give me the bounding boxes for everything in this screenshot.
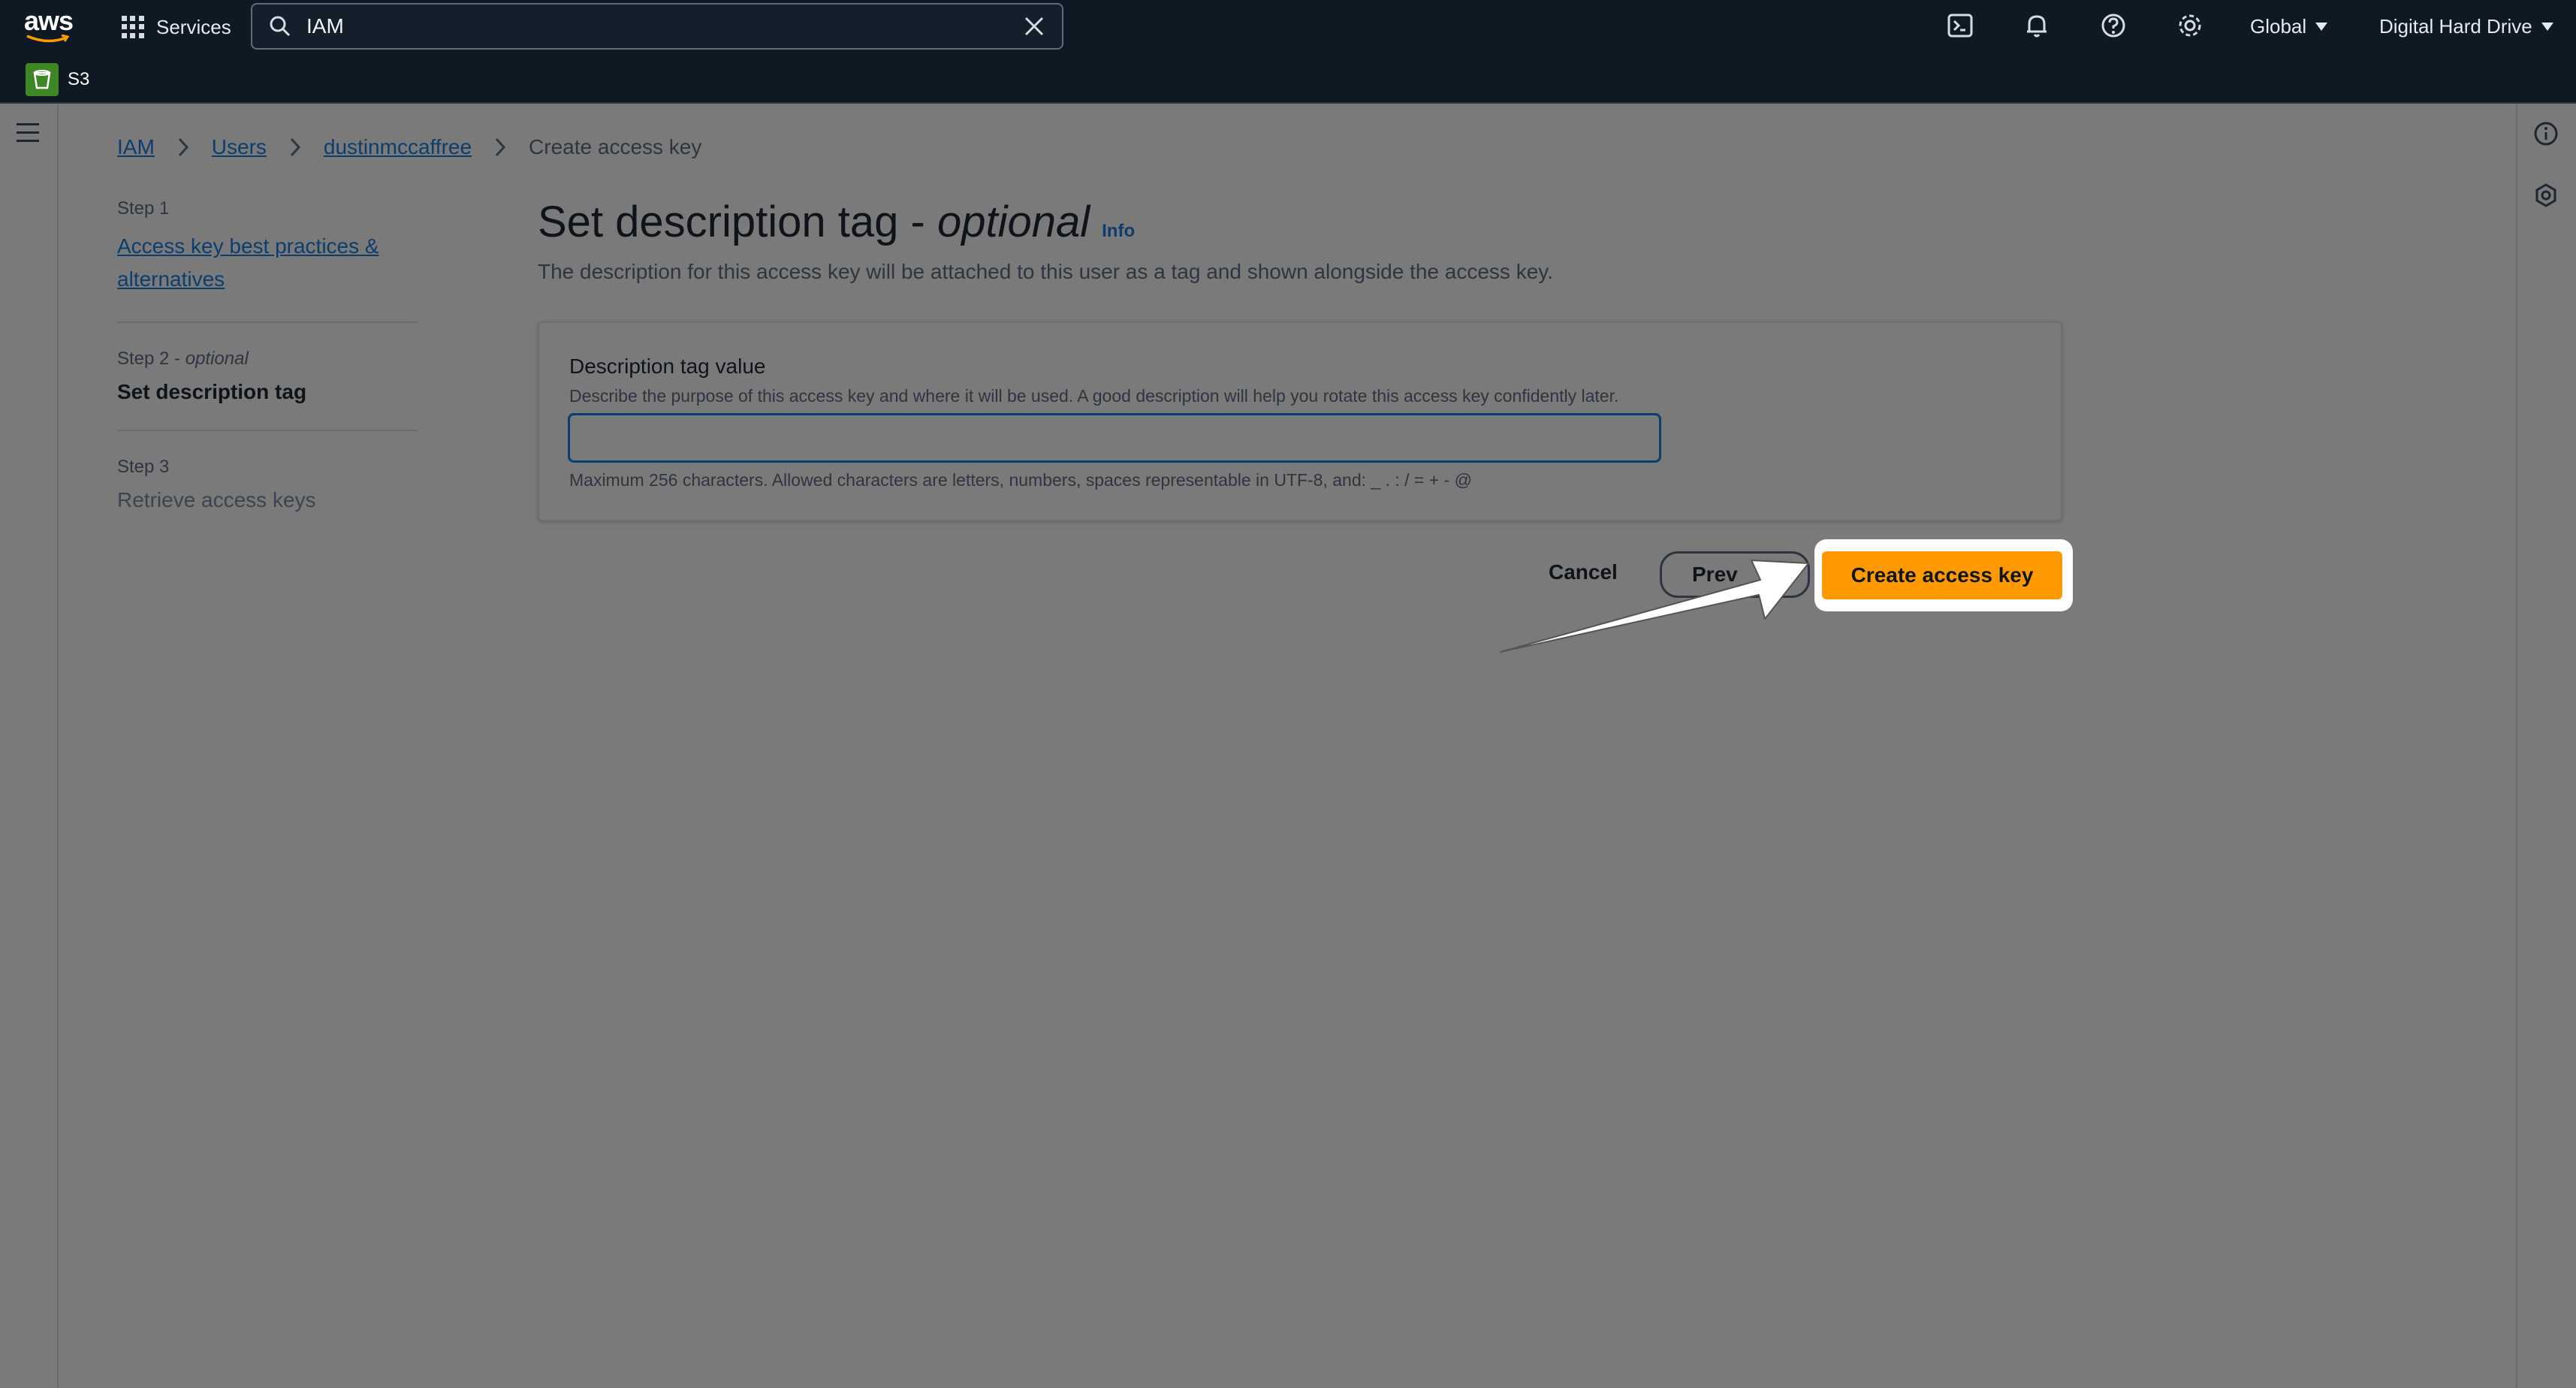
cloudshell-icon[interactable]	[1945, 11, 1975, 41]
s3-icon	[26, 63, 59, 96]
caret-down-icon	[2315, 23, 2328, 31]
step-number: Step 1	[117, 198, 170, 219]
left-rail	[0, 104, 59, 1388]
step-divider	[117, 321, 418, 323]
bell-icon[interactable]	[2022, 11, 2052, 41]
search-input[interactable]	[306, 14, 1021, 38]
chevron-right-icon	[178, 137, 189, 157]
aws-smile-icon	[26, 35, 70, 43]
step-optional: optional	[185, 349, 249, 369]
favorite-s3[interactable]: S3	[26, 63, 89, 96]
description-tag-input[interactable]	[568, 413, 1661, 463]
field-description: Describe the purpose of this access key …	[569, 386, 1619, 406]
wizard-steps: Step 1 Access key best practices & alter…	[117, 198, 418, 512]
page-description: The description for this access key will…	[538, 260, 1553, 283]
help-icon[interactable]	[2098, 11, 2128, 41]
chevron-right-icon	[495, 137, 506, 157]
services-label: Services	[156, 15, 231, 38]
region-selector[interactable]: Global	[2250, 15, 2328, 38]
step-1: Step 1 Access key best practices & alter…	[117, 198, 418, 296]
field-constraint: Maximum 256 characters. Allowed characte…	[569, 470, 1472, 490]
search-icon	[270, 16, 291, 37]
breadcrumb-user[interactable]: dustinmccaffree	[324, 135, 472, 159]
right-rail	[2516, 104, 2576, 1388]
aws-logo-text: aws	[24, 5, 74, 36]
search-bar[interactable]	[251, 3, 1063, 50]
annotation-arrow-icon	[1500, 560, 1809, 653]
aws-logo[interactable]: aws	[24, 5, 74, 45]
top-utility-icons	[1945, 11, 2205, 41]
gear-icon[interactable]	[2175, 11, 2205, 41]
create-access-key-button[interactable]: Create access key	[1822, 551, 2062, 599]
info-panel-icon[interactable]	[2532, 120, 2559, 147]
title-optional: optional	[937, 198, 1090, 246]
description-tag-container: Description tag value Describe the purpo…	[538, 321, 2062, 521]
menu-icon[interactable]	[17, 123, 39, 142]
favorites-bar	[0, 54, 2576, 104]
step-number: Step 2 - optional	[117, 349, 249, 369]
account-menu[interactable]: Digital Hard Drive	[2379, 15, 2553, 38]
step-number: Step 3	[117, 457, 170, 477]
breadcrumb-users[interactable]: Users	[212, 135, 267, 159]
page-title: Set description tag - optional Info	[538, 198, 1136, 246]
grid-icon	[122, 16, 144, 38]
close-icon[interactable]	[1021, 14, 1047, 39]
step-3: Step 3 Retrieve access keys	[117, 457, 418, 512]
step-1-link[interactable]: Access key best practices & alternatives	[117, 230, 418, 296]
step-2: Step 2 - optional Set description tag	[117, 349, 418, 404]
step-2-current: Set description tag	[117, 380, 307, 403]
info-link[interactable]: Info	[1102, 221, 1135, 242]
breadcrumb-current: Create access key	[529, 135, 702, 158]
step-3-disabled: Retrieve access keys	[117, 488, 316, 511]
region-label: Global	[2250, 15, 2307, 38]
caret-down-icon	[2541, 23, 2553, 31]
chevron-right-icon	[290, 137, 300, 157]
field-label: Description tag value	[569, 355, 766, 378]
breadcrumb-iam[interactable]: IAM	[117, 135, 155, 159]
step-divider	[117, 430, 418, 431]
hexagon-settings-icon[interactable]	[2532, 182, 2559, 209]
favorite-label: S3	[68, 69, 90, 89]
account-label: Digital Hard Drive	[2379, 15, 2532, 38]
breadcrumb: IAM Users dustinmccaffree Create access …	[117, 135, 701, 159]
services-menu[interactable]: Services	[122, 11, 231, 44]
